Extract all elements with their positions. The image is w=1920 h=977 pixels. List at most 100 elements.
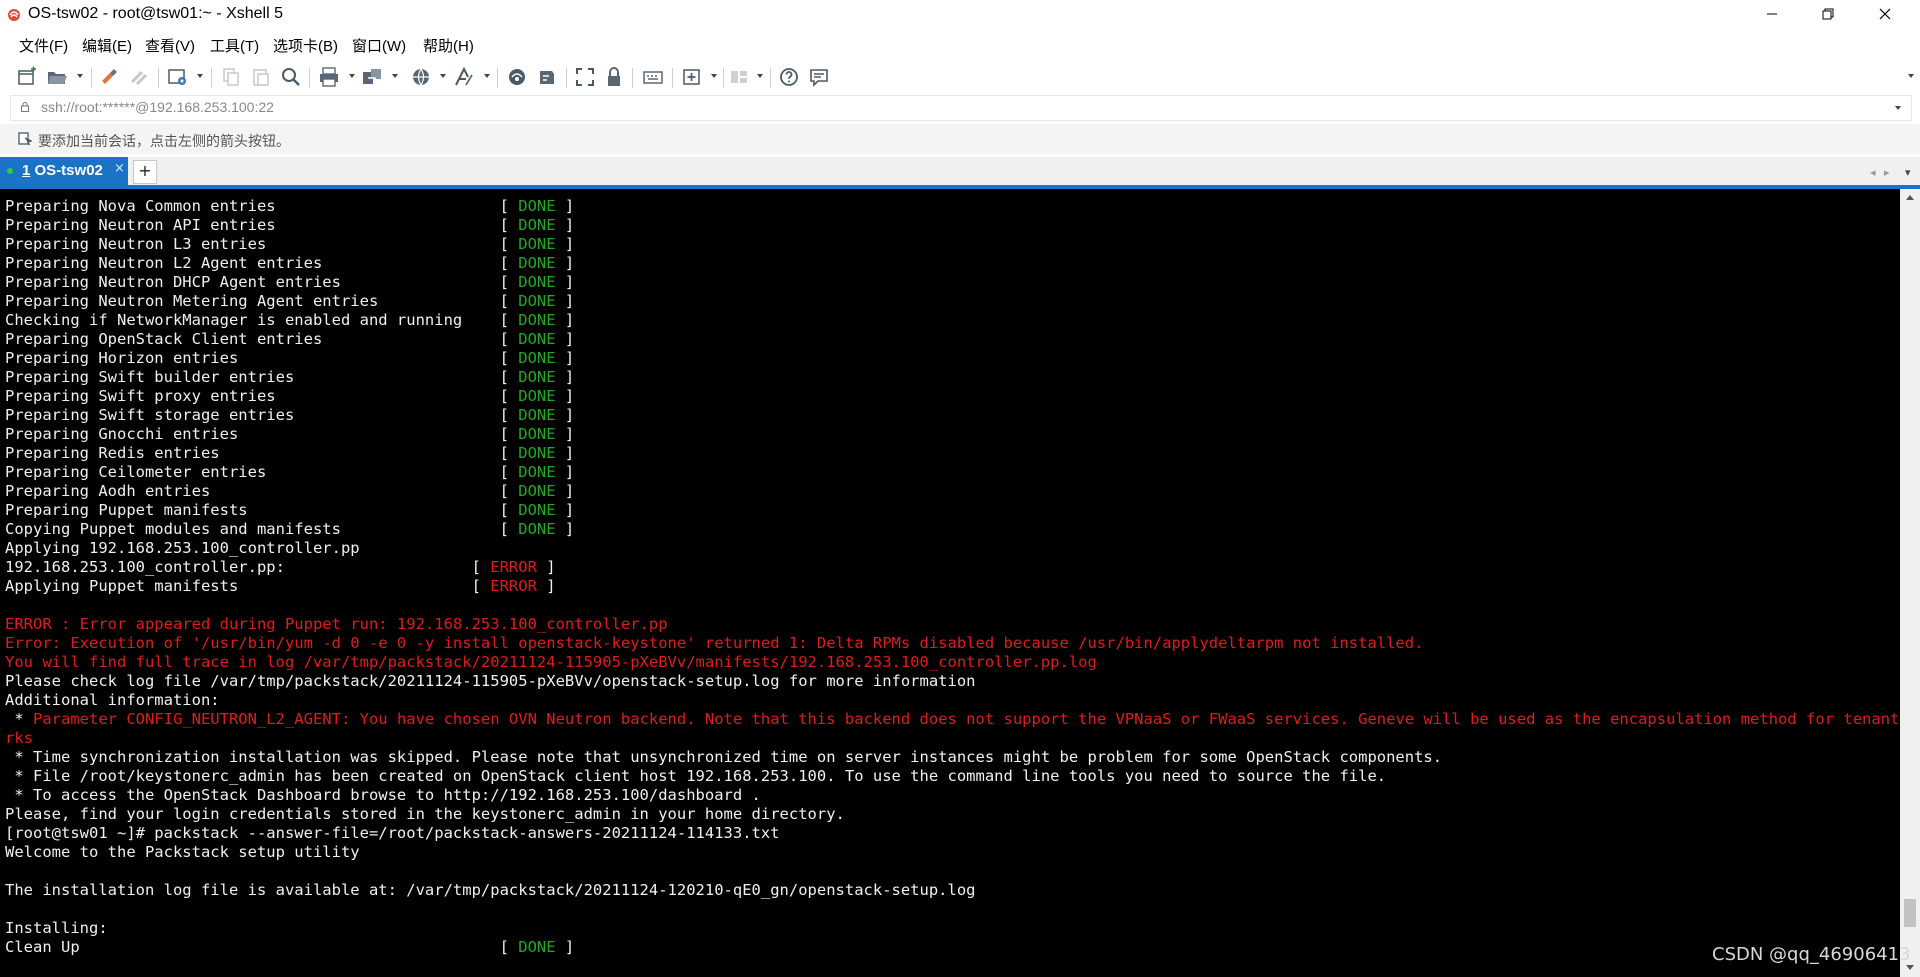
add-tab-dropdown-arrow-icon[interactable]	[711, 74, 717, 78]
terminal-text: DONE	[518, 520, 556, 538]
script-icon[interactable]	[536, 66, 558, 88]
xshell-logo-icon	[8, 9, 20, 21]
tab-scroll-left-icon[interactable]: ◂	[1870, 166, 1876, 179]
terminal-line: 192.168.253.100_controller.pp: [ ERROR ]	[5, 558, 556, 577]
lock-icon[interactable]	[603, 66, 625, 88]
tab-close-icon[interactable]: ×	[114, 161, 125, 176]
terminal-text: DONE	[518, 406, 556, 424]
terminal-text: You will find full trace in log /var/tmp…	[5, 653, 1097, 671]
print-icon[interactable]	[318, 66, 340, 88]
title-bar: OS-tsw02 - root@tsw01:~ - Xshell 5	[0, 0, 1920, 28]
font-icon[interactable]	[453, 66, 475, 88]
terminal-text: Preparing Gnocchi entries [	[5, 425, 519, 443]
find-icon[interactable]	[280, 66, 302, 88]
terminal-text: Error: Execution of '/usr/bin/yum -d 0 -…	[5, 634, 1424, 652]
menu-tabs[interactable]: 选项卡(B)	[273, 35, 338, 56]
terminal-line: Preparing Swift proxy entries [ DONE ]	[5, 387, 574, 406]
help-icon[interactable]	[778, 66, 800, 88]
terminal-text: DONE	[518, 938, 556, 956]
reconnect-icon[interactable]	[98, 66, 120, 88]
terminal-line: You will find full trace in log /var/tmp…	[5, 653, 1097, 672]
layout-icon[interactable]	[728, 66, 750, 88]
properties-dropdown-arrow-icon[interactable]	[197, 74, 203, 78]
print-dropdown-arrow-icon[interactable]	[349, 74, 355, 78]
terminal-line: Preparing OpenStack Client entries [ DON…	[5, 330, 574, 349]
terminal-line: Preparing Redis entries [ DONE ]	[5, 444, 574, 463]
terminal-text: ]	[555, 444, 575, 462]
terminal-text: Preparing Neutron Metering Agent entries…	[5, 292, 519, 310]
terminal-text: ]	[555, 368, 575, 386]
terminal-text: * File /root/keystonerc_admin has been c…	[5, 767, 1387, 785]
terminal-text: Welcome to the Packstack setup utility	[5, 843, 360, 861]
menu-tools[interactable]: 工具(T)	[210, 35, 259, 56]
tab-os-tsw02[interactable]: 1 OS-tsw02 ×	[0, 157, 128, 185]
tab-list-dropdown-icon[interactable]: ▾	[1905, 166, 1911, 179]
terminal-text: Preparing Redis entries [	[5, 444, 519, 462]
terminal-text: ]	[555, 273, 575, 291]
terminal-text: Parameter CONFIG_NEUTRON_L2_AGENT: You h…	[33, 710, 1900, 728]
terminal-line: Preparing Swift builder entries [ DONE ]	[5, 368, 574, 387]
terminal-line: The installation log file is available a…	[5, 881, 976, 900]
menu-file[interactable]: 文件(F)	[19, 35, 68, 56]
fullscreen-icon[interactable]	[574, 66, 596, 88]
menu-window[interactable]: 窗口(W)	[352, 35, 406, 56]
terminal-line: * Parameter CONFIG_NEUTRON_L2_AGENT: You…	[5, 710, 1900, 729]
xftp-icon[interactable]	[506, 66, 528, 88]
terminal-text: Please, find your login credentials stor…	[5, 805, 845, 823]
arrow-pointer-icon[interactable]	[18, 132, 32, 146]
terminal-text: DONE	[518, 311, 556, 329]
session-hint-text: 要添加当前会话，点击左侧的箭头按钮。	[38, 134, 290, 150]
toolbar-overflow-arrow-icon[interactable]	[1908, 74, 1914, 78]
open-dropdown-arrow-icon[interactable]	[77, 74, 83, 78]
address-dropdown-icon[interactable]	[1895, 106, 1901, 110]
terminal-text: DONE	[518, 292, 556, 310]
scroll-thumb[interactable]	[1904, 899, 1916, 927]
address-input[interactable]: ssh://root:******@192.168.253.100:22	[41, 99, 274, 115]
close-button[interactable]	[1862, 0, 1908, 28]
terminal-line: Preparing Neutron L2 Agent entries [ DON…	[5, 254, 574, 273]
add-tab-button[interactable]: +	[133, 160, 157, 184]
terminal-text: Applying Puppet manifests [	[5, 577, 491, 595]
terminal-text: ]	[555, 425, 575, 443]
transfer-dropdown-arrow-icon[interactable]	[392, 74, 398, 78]
terminal-text: [root@tsw01 ~]# packstack --answer-file=…	[5, 824, 780, 842]
globe-dropdown-arrow-icon[interactable]	[440, 74, 446, 78]
add-tab-icon[interactable]	[681, 66, 703, 88]
address-bar[interactable]: ssh://root:******@192.168.253.100:22	[10, 95, 1912, 121]
toolbar-separator	[91, 68, 92, 88]
scroll-down-icon[interactable]	[1906, 965, 1914, 970]
font-dropdown-arrow-icon[interactable]	[484, 74, 490, 78]
terminal-scrollbar[interactable]	[1900, 189, 1920, 977]
menu-view[interactable]: 查看(V)	[145, 35, 195, 56]
terminal-line: Applying Puppet manifests [ ERROR ]	[5, 577, 556, 596]
terminal-text: 192.168.253.100_controller.pp: [	[5, 558, 491, 576]
terminal-text: ]	[555, 216, 575, 234]
keyboard-icon[interactable]	[642, 66, 664, 88]
transfer-icon[interactable]	[361, 66, 383, 88]
menu-help[interactable]: 帮助(H)	[423, 35, 474, 56]
open-folder-icon[interactable]	[46, 66, 68, 88]
tab-scroll-right-icon[interactable]: ▸	[1884, 166, 1890, 179]
terminal-text: ]	[555, 254, 575, 272]
terminal-line: Installing:	[5, 919, 108, 938]
terminal-output[interactable]: Preparing Nova Common entries [ DONE ] Pr…	[0, 189, 1900, 977]
terminal-line: Preparing Aodh entries [ DONE ]	[5, 482, 574, 501]
scroll-up-icon[interactable]	[1906, 195, 1914, 200]
minimize-button[interactable]	[1749, 0, 1795, 28]
globe-icon[interactable]	[410, 66, 432, 88]
terminal-line: [root@tsw01 ~]# packstack --answer-file=…	[5, 824, 780, 843]
menu-edit[interactable]: 编辑(E)	[82, 35, 132, 56]
copy-icon[interactable]	[220, 66, 242, 88]
terminal-text: ]	[555, 349, 575, 367]
terminal-line: Preparing Gnocchi entries [ DONE ]	[5, 425, 574, 444]
terminal-line: * To access the OpenStack Dashboard brow…	[5, 786, 761, 805]
new-session-icon[interactable]	[16, 66, 38, 88]
terminal-text: Preparing Neutron L2 Agent entries [	[5, 254, 519, 272]
layout-dropdown-arrow-icon[interactable]	[757, 74, 763, 78]
paste-icon[interactable]	[250, 66, 272, 88]
chat-icon[interactable]	[808, 66, 830, 88]
session-hint-bar: 要添加当前会话，点击左侧的箭头按钮。	[0, 124, 1920, 154]
restore-button[interactable]	[1805, 0, 1851, 28]
properties-icon[interactable]	[167, 66, 189, 88]
disconnect-icon[interactable]	[128, 66, 150, 88]
